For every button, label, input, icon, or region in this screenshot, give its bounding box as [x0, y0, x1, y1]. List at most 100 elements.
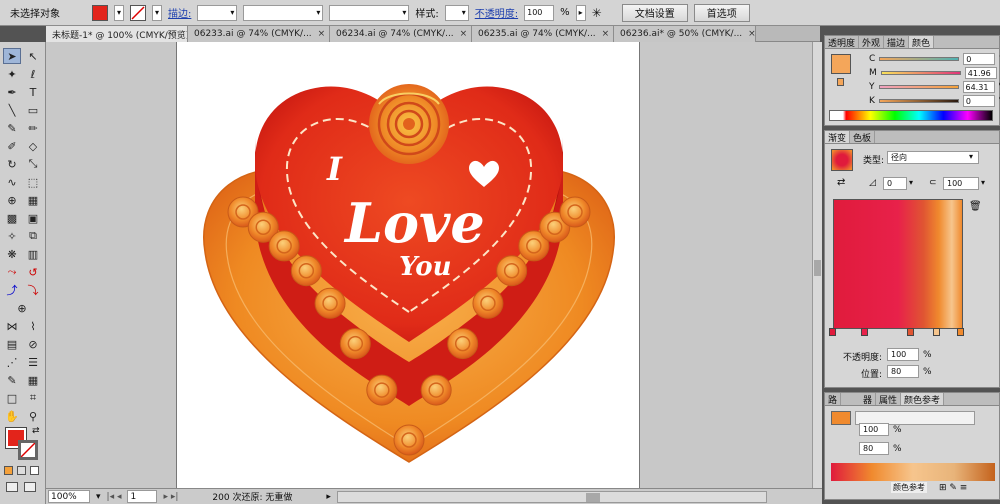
- cyan-field[interactable]: 0: [963, 53, 996, 65]
- harmony-swatch[interactable]: [831, 411, 851, 425]
- zoom-dropdown-icon[interactable]: ▾: [96, 492, 101, 502]
- aspect-dropdown-icon[interactable]: ▾: [981, 178, 985, 187]
- preferences-button[interactable]: 首选项: [693, 3, 750, 22]
- panel-menu-icon[interactable]: ⊞ ✎ ≡: [939, 483, 967, 493]
- gradient-stop[interactable]: [861, 328, 868, 336]
- guide-value-field-2[interactable]: 80: [859, 442, 889, 455]
- perspective-grid-tool-icon[interactable]: ▦: [24, 192, 42, 208]
- stroke-label[interactable]: 描边:: [168, 5, 191, 20]
- mesh-tool-icon[interactable]: ▩: [3, 210, 21, 226]
- zoom-tool-icon[interactable]: ⚲: [24, 408, 42, 424]
- stroke-swatch[interactable]: [130, 4, 146, 21]
- black-field[interactable]: 0: [962, 95, 995, 107]
- measure-tool-icon[interactable]: ▦: [24, 372, 42, 388]
- stroke-weight-field[interactable]: ▾: [197, 4, 238, 21]
- gradient-stop[interactable]: [829, 328, 836, 336]
- stroke-color-swatch[interactable]: [18, 440, 38, 460]
- tab-gradient[interactable]: 渐变: [825, 131, 851, 144]
- opacity-field[interactable]: 100: [524, 4, 555, 21]
- document-tab[interactable]: 未标题-1* @ 100% (CMYK/预览)×: [46, 26, 188, 42]
- live-paint-tool-icon[interactable]: ⊘: [24, 336, 42, 352]
- chart-tool-icon[interactable]: ▤: [3, 336, 21, 352]
- gradient-type-dropdown[interactable]: 径向: [887, 151, 979, 164]
- lasso-tool-icon[interactable]: ℓ: [24, 66, 42, 82]
- canvas-area[interactable]: I Love You: [46, 42, 812, 488]
- close-icon[interactable]: ×: [318, 29, 326, 39]
- tab-attributes[interactable]: 属性: [876, 393, 902, 406]
- paintbrush-tool-icon[interactable]: ✎: [3, 120, 21, 136]
- swap-colors-icon[interactable]: ⇄: [32, 426, 40, 436]
- color-variations-grid[interactable]: [831, 463, 995, 481]
- join-tool-icon[interactable]: ⤵: [24, 282, 42, 298]
- gradient-stop[interactable]: [957, 328, 964, 336]
- tab-color-guide[interactable]: 颜色参考: [901, 393, 945, 406]
- gradient-ramp[interactable]: [833, 199, 963, 329]
- scroll-thumb[interactable]: [814, 260, 821, 276]
- chevron-down-icon[interactable]: ▾: [969, 152, 973, 161]
- width-tool-icon[interactable]: ⤳: [3, 264, 21, 280]
- eyedropper-tool-icon[interactable]: ✧: [3, 228, 21, 244]
- page-field[interactable]: 1: [127, 490, 158, 503]
- stop-location-field[interactable]: 80: [887, 365, 919, 378]
- angle-field[interactable]: 0: [883, 177, 907, 190]
- style-dropdown[interactable]: ▾: [444, 4, 469, 21]
- first-page-icon[interactable]: |◂ ◂: [107, 492, 122, 502]
- shape-builder-tool-icon[interactable]: ⊕: [3, 192, 21, 208]
- reverse-gradient-icon[interactable]: ⇄: [837, 177, 845, 188]
- opacity-label[interactable]: 不透明度:: [475, 5, 518, 20]
- direct-selection-tool-icon[interactable]: ↖: [24, 48, 42, 64]
- pencil-tool-icon[interactable]: ✏: [24, 120, 42, 136]
- close-icon[interactable]: ×: [460, 29, 468, 39]
- fill-swatch[interactable]: [92, 4, 108, 21]
- variable-width-dropdown[interactable]: ▾: [243, 4, 324, 21]
- close-icon[interactable]: ×: [602, 29, 610, 39]
- artboard-tool-icon[interactable]: ⊕: [13, 300, 31, 316]
- heart-cake-artwork[interactable]: I Love You: [177, 42, 641, 488]
- tab-stroke[interactable]: 描边: [884, 36, 910, 49]
- gradient-stop[interactable]: [907, 328, 914, 336]
- blend-tool-icon[interactable]: ⧉: [24, 228, 42, 244]
- curvature-tool-icon[interactable]: ↺: [24, 264, 42, 280]
- color-spectrum-bar[interactable]: [829, 110, 993, 121]
- rotate-tool-icon[interactable]: ↻: [3, 156, 21, 172]
- close-icon[interactable]: ×: [748, 29, 755, 39]
- document-tab[interactable]: 06233.ai @ 74% (CMYK/... ×: [188, 26, 330, 42]
- brush-dropdown[interactable]: ▾: [329, 4, 410, 21]
- tab-color[interactable]: 颜色: [909, 36, 935, 49]
- rectangle-tool-icon[interactable]: ▭: [24, 102, 42, 118]
- warp-tool-icon[interactable]: ∿: [3, 174, 21, 190]
- horizontal-scrollbar[interactable]: [336, 490, 767, 503]
- color-mode-icon[interactable]: [4, 466, 13, 475]
- column-graph-tool-icon[interactable]: ▥: [24, 246, 42, 262]
- delete-stop-icon[interactable]: 🗑: [969, 201, 982, 212]
- drawing-mode-icon[interactable]: [6, 482, 18, 492]
- document-tab[interactable]: 06234.ai @ 74% (CMYK/... ×: [330, 26, 472, 42]
- opacity-dropdown[interactable]: ▸: [575, 4, 586, 21]
- stop-opacity-field[interactable]: 100: [887, 348, 919, 361]
- cyan-slider[interactable]: [879, 57, 960, 61]
- scroll-thumb[interactable]: [585, 492, 600, 502]
- puppet-icon[interactable]: ✳: [592, 6, 602, 20]
- gradient-stop[interactable]: [933, 328, 940, 336]
- magenta-slider[interactable]: [880, 71, 961, 75]
- next-page-icon[interactable]: ▸ ▸|: [163, 492, 178, 502]
- artboard-alt-tool-icon[interactable]: □: [3, 390, 21, 406]
- tab-transform[interactable]: 器: [841, 393, 877, 406]
- tab-transparency[interactable]: 透明度: [825, 36, 860, 49]
- document-setup-button[interactable]: 文档设置: [621, 3, 688, 22]
- gamut-warning-icon[interactable]: [837, 78, 844, 86]
- tab-pathfinder[interactable]: 路: [825, 393, 842, 406]
- artboard[interactable]: I Love You: [176, 42, 640, 488]
- black-slider[interactable]: [878, 99, 959, 103]
- yellow-slider[interactable]: [878, 85, 959, 89]
- none-mode-icon[interactable]: [30, 466, 39, 475]
- selection-tool-icon[interactable]: ➤: [3, 48, 21, 64]
- zoom-field[interactable]: 100%: [48, 490, 90, 503]
- eraser-tool-icon[interactable]: ◇: [24, 138, 42, 154]
- tab-swatches[interactable]: 色板: [850, 131, 876, 144]
- vertical-scrollbar[interactable]: [812, 42, 822, 488]
- magenta-field[interactable]: 41.96: [964, 67, 997, 79]
- pen-tool-icon[interactable]: ✒: [3, 84, 21, 100]
- envelope-tool-icon[interactable]: ⌇: [24, 318, 42, 334]
- stroke-dropdown[interactable]: ▾: [152, 4, 162, 21]
